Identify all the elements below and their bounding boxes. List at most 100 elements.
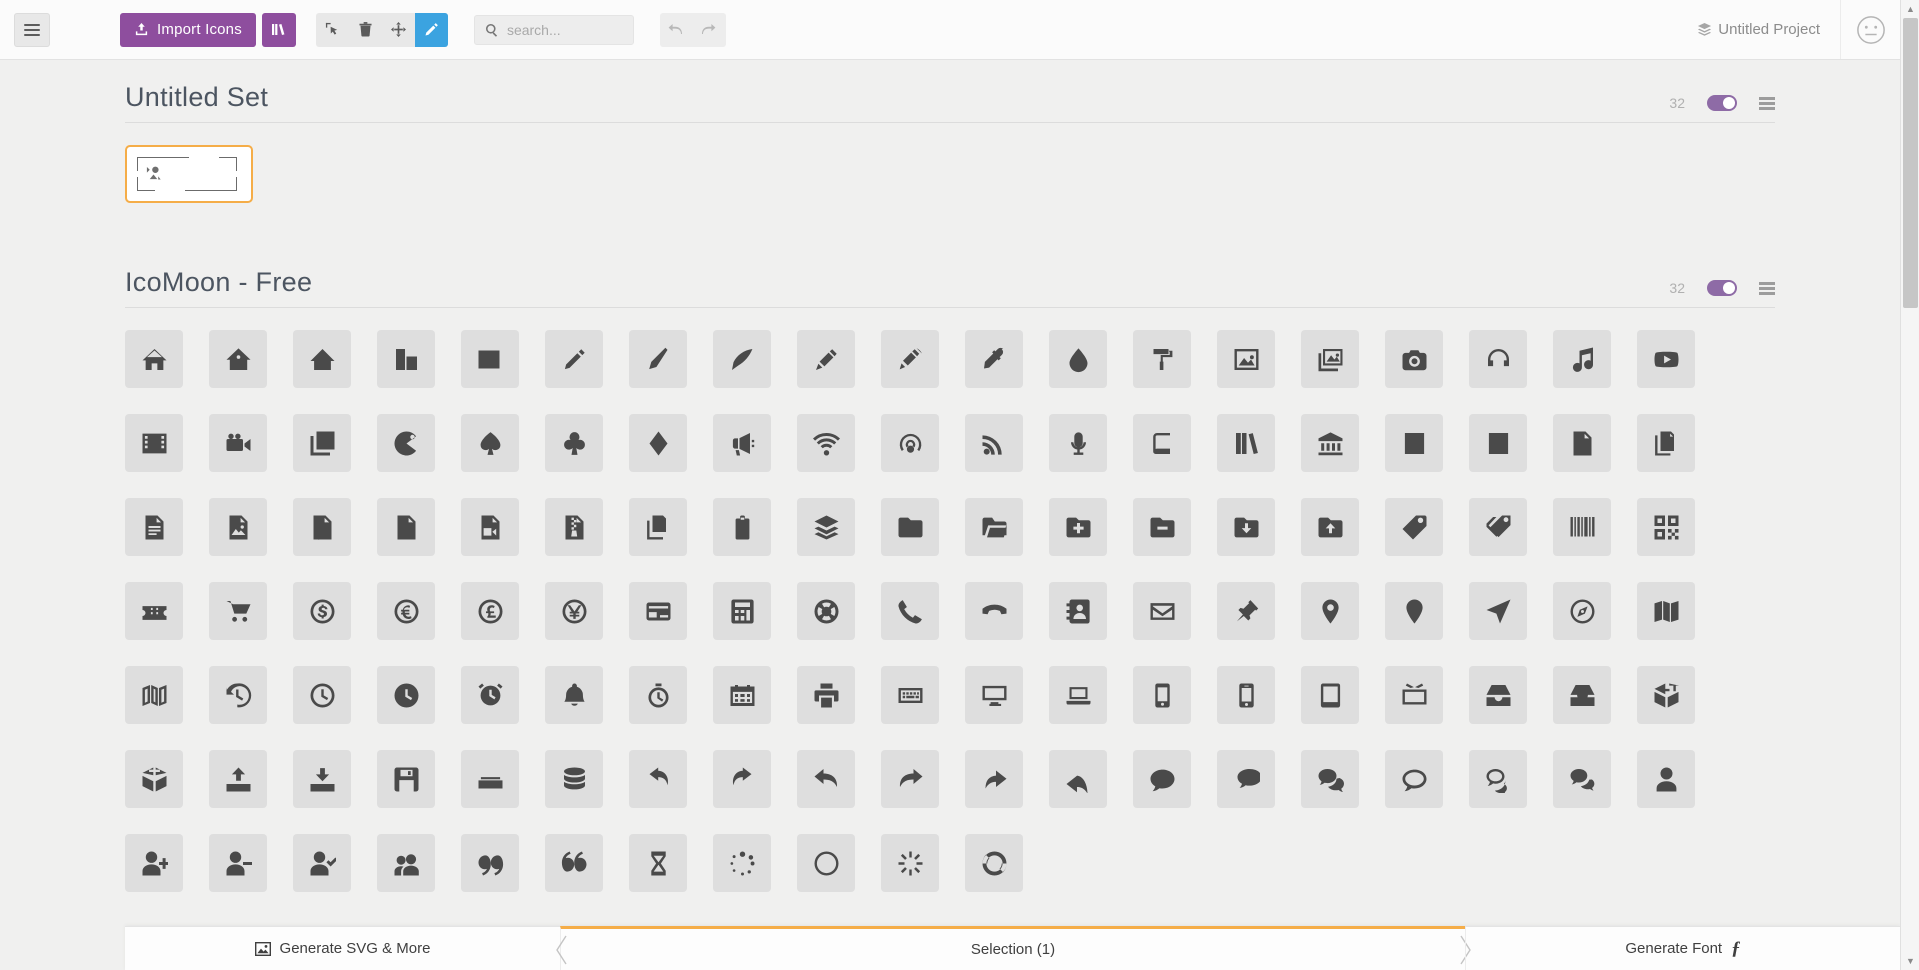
icon-tile-blog[interactable]	[881, 330, 939, 388]
icon-tile-user[interactable]	[1637, 750, 1695, 808]
icon-tile-file-play[interactable]	[377, 498, 435, 556]
icon-tile-play[interactable]	[1637, 330, 1695, 388]
icon-tile-dice[interactable]	[293, 414, 351, 472]
scroll-down-button[interactable]: ▼	[1901, 952, 1919, 970]
icon-tile-home2[interactable]	[209, 330, 267, 388]
icon-tile-bubbles4[interactable]	[1553, 750, 1611, 808]
icon-tile-bubbles[interactable]	[1217, 750, 1275, 808]
redo-button[interactable]	[693, 13, 726, 47]
icon-tile-office[interactable]	[377, 330, 435, 388]
icon-tile-bell[interactable]	[545, 666, 603, 724]
icon-tile-film[interactable]	[125, 414, 183, 472]
icon-tile-pushpin[interactable]	[1217, 582, 1275, 640]
icon-tile-bullhorn[interactable]	[713, 414, 771, 472]
icon-tile-database[interactable]	[545, 750, 603, 808]
icon-library-button[interactable]	[261, 12, 296, 47]
set-grid-size[interactable]: 32	[1669, 280, 1685, 296]
icon-tile-book[interactable]	[1133, 414, 1191, 472]
icon-tile-user-minus[interactable]	[209, 834, 267, 892]
icon-tile-mic[interactable]	[1049, 414, 1107, 472]
icon-tile-user-check[interactable]	[293, 834, 351, 892]
icon-tile-drawer[interactable]	[1469, 666, 1527, 724]
icon-tile-display[interactable]	[965, 666, 1023, 724]
icon-tile-eyedropper[interactable]	[965, 330, 1023, 388]
icon-tile-folder-minus[interactable]	[1133, 498, 1191, 556]
icon-tile-keyboard[interactable]	[881, 666, 939, 724]
search-input[interactable]	[506, 21, 622, 38]
icon-tile-image[interactable]	[1217, 330, 1275, 388]
icon-tile-copy[interactable]	[629, 498, 687, 556]
icon-tile-pencil2[interactable]	[629, 330, 687, 388]
icon-tile-coin-pound[interactable]	[461, 582, 519, 640]
undo-button[interactable]	[660, 13, 693, 47]
icon-tile-bubble[interactable]	[1133, 750, 1191, 808]
icon-tile-quotes-right[interactable]	[545, 834, 603, 892]
icon-tile-alarm[interactable]	[461, 666, 519, 724]
icon-tile-folder-download[interactable]	[1217, 498, 1275, 556]
icon-tile-folder-upload[interactable]	[1301, 498, 1359, 556]
icon-tile-paste[interactable]	[713, 498, 771, 556]
icon-tile-books[interactable]	[1217, 414, 1275, 472]
set-menu-button[interactable]	[1759, 281, 1775, 295]
import-icons-button[interactable]: Import Icons	[120, 12, 256, 47]
icon-tile-barcode[interactable]	[1553, 498, 1611, 556]
icon-tile-phone[interactable]	[881, 582, 939, 640]
icon-tile-hour-glass[interactable]	[629, 834, 687, 892]
icon-tile-profile[interactable]	[1469, 414, 1527, 472]
edit-tool-button[interactable]	[414, 12, 448, 47]
icon-tile-file-text2[interactable]	[125, 498, 183, 556]
icon-tile-reply[interactable]	[1049, 750, 1107, 808]
icon-tile-credit-card[interactable]	[629, 582, 687, 640]
icon-tile-droplet[interactable]	[1049, 330, 1107, 388]
icon-tile-laptop[interactable]	[1049, 666, 1107, 724]
icon-tile-file-empty[interactable]	[1553, 414, 1611, 472]
generate-svg-tab[interactable]: Generate SVG & More	[125, 927, 560, 970]
icon-tile-diamonds[interactable]	[629, 414, 687, 472]
icon-tile-file-zip[interactable]	[545, 498, 603, 556]
icon-tile-mobile2[interactable]	[1217, 666, 1275, 724]
icon-tile-mobile[interactable]	[1133, 666, 1191, 724]
icon-tile-lifebuoy[interactable]	[797, 582, 855, 640]
set-visibility-toggle[interactable]	[1707, 95, 1737, 111]
icon-tile-coin-euro[interactable]	[377, 582, 435, 640]
icon-tile-undo2[interactable]	[797, 750, 855, 808]
icon-tile-tv[interactable]	[1385, 666, 1443, 724]
project-name-button[interactable]: Untitled Project	[1697, 21, 1840, 38]
icon-tile-box-remove[interactable]	[125, 750, 183, 808]
icon-tile-video-camera[interactable]	[209, 414, 267, 472]
icon-tile-bubbles2[interactable]	[1301, 750, 1359, 808]
select-tool-button[interactable]	[316, 13, 349, 47]
search-box[interactable]	[473, 14, 634, 45]
set-title[interactable]: IcoMoon - Free	[125, 267, 312, 298]
icon-tile-connection[interactable]	[797, 414, 855, 472]
icon-tile-spinner[interactable]	[713, 834, 771, 892]
icon-tile-calculator[interactable]	[713, 582, 771, 640]
icon-tile-stopwatch[interactable]	[629, 666, 687, 724]
icon-tile-map2[interactable]	[125, 666, 183, 724]
icon-tile-clubs[interactable]	[545, 414, 603, 472]
icon-tile-location[interactable]	[1301, 582, 1359, 640]
icon-tile-library[interactable]	[1301, 414, 1359, 472]
icon-tile-camera[interactable]	[1385, 330, 1443, 388]
icon-tile-location2[interactable]	[1385, 582, 1443, 640]
icon-tile-price-tag[interactable]	[1385, 498, 1443, 556]
icon-tile-redo[interactable]	[713, 750, 771, 808]
main-menu-button[interactable]	[14, 12, 50, 47]
selected-icon-tile[interactable]	[125, 145, 253, 203]
move-tool-button[interactable]	[382, 13, 415, 47]
icon-tile-compass2[interactable]	[1553, 582, 1611, 640]
icon-tile-redo2[interactable]	[881, 750, 939, 808]
icon-tile-spinner4[interactable]	[965, 834, 1023, 892]
delete-tool-button[interactable]	[349, 13, 382, 47]
icon-tile-files-empty[interactable]	[1637, 414, 1695, 472]
icon-tile-folder-plus[interactable]	[1049, 498, 1107, 556]
icon-tile-headphones[interactable]	[1469, 330, 1527, 388]
icon-tile-paint-format[interactable]	[1133, 330, 1191, 388]
icon-tile-map[interactable]	[1637, 582, 1695, 640]
icon-tile-newspaper[interactable]	[461, 330, 519, 388]
scroll-up-button[interactable]: ▲	[1901, 0, 1919, 18]
icon-tile-qrcode[interactable]	[1637, 498, 1695, 556]
icon-tile-drive[interactable]	[461, 750, 519, 808]
icon-tile-phone-hang-up[interactable]	[965, 582, 1023, 640]
icon-tile-file-music[interactable]	[293, 498, 351, 556]
